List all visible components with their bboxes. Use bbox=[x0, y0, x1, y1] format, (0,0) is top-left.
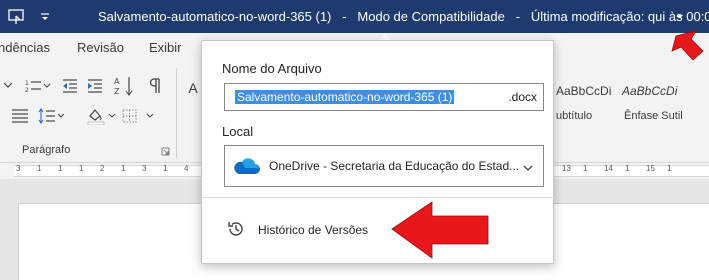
onedrive-icon bbox=[231, 156, 261, 179]
ruler-tick-label: 2 bbox=[100, 164, 105, 173]
ruler-tick-label: 14 bbox=[604, 164, 613, 173]
decrease-indent-icon[interactable] bbox=[60, 76, 80, 96]
style-name-enfase-sutil: Ênfase Sutil bbox=[624, 110, 683, 122]
increase-indent-icon[interactable] bbox=[85, 76, 105, 96]
quick-access-toolbar bbox=[0, 0, 56, 33]
style-preview-enfase-sutil[interactable]: AaBbCcDi bbox=[622, 84, 677, 98]
ruler-tick-label: 15 bbox=[646, 164, 655, 173]
location-dropdown[interactable]: OneDrive - Secretaria da Educação do Est… bbox=[224, 145, 544, 187]
sort-icon[interactable]: AZ bbox=[113, 74, 135, 98]
paragraph-group-label: Parágrafo bbox=[22, 144, 71, 156]
ruler-tick-label: 1 bbox=[667, 164, 672, 173]
title-separator: - bbox=[342, 9, 347, 24]
group-divider bbox=[176, 68, 177, 158]
svg-text:1: 1 bbox=[25, 80, 29, 87]
popup-divider bbox=[202, 197, 555, 198]
show-formatting-icon[interactable] bbox=[145, 76, 165, 96]
shading-icon[interactable] bbox=[85, 106, 119, 126]
line-spacing-icon[interactable] bbox=[37, 106, 65, 126]
bullets-partial-icon[interactable] bbox=[0, 76, 18, 96]
tab-revisao[interactable]: Revisão bbox=[77, 33, 124, 62]
ruler-tick-label: 13 bbox=[562, 164, 571, 173]
title-separator: - bbox=[515, 9, 521, 24]
ruler-tick-label: 3 bbox=[16, 164, 21, 173]
ruler-tick-label: 1 bbox=[58, 164, 63, 173]
ruler-tick-label: 4 bbox=[184, 164, 189, 173]
file-extension: .docx bbox=[508, 90, 537, 104]
chevron-down-icon bbox=[523, 161, 533, 175]
filename-value: Salvamento-automatico-no-word-365 (1) bbox=[235, 90, 455, 104]
chevron-down-icon[interactable] bbox=[675, 11, 685, 25]
align-justify-icon[interactable] bbox=[0, 106, 32, 126]
ruler-tick-label: 1 bbox=[121, 164, 126, 173]
location-label: Local bbox=[222, 124, 254, 139]
borders-icon[interactable] bbox=[120, 106, 156, 126]
style-name-subtitulo: ubtítulo bbox=[556, 110, 593, 122]
ruler-tick-label: 1 bbox=[583, 164, 588, 173]
touch-mode-icon[interactable] bbox=[0, 0, 34, 33]
style-preview-partial[interactable]: A bbox=[187, 78, 199, 98]
dialog-launcher-icon[interactable] bbox=[160, 146, 170, 156]
svg-text:2: 2 bbox=[25, 87, 29, 94]
tab-referencias[interactable]: ndências bbox=[0, 33, 50, 62]
numbering-icon[interactable]: 12 bbox=[24, 76, 52, 96]
ruler-tick-label: 1 bbox=[79, 164, 84, 173]
customize-toolbar-icon[interactable] bbox=[34, 0, 56, 33]
title-bar: Salvamento-automatico-no-word-365 (1) - … bbox=[0, 0, 709, 33]
svg-text:A: A bbox=[114, 77, 120, 86]
compatibility-mode: Modo de Compatibilidade bbox=[357, 9, 505, 24]
ruler-tick-label: 3 bbox=[142, 164, 147, 173]
version-history-label: Histórico de Versões bbox=[258, 223, 369, 237]
location-value: OneDrive - Secretaria da Educação do Est… bbox=[269, 159, 520, 173]
history-icon bbox=[226, 219, 246, 242]
version-history-button[interactable]: Histórico de Versões bbox=[226, 215, 368, 245]
document-title[interactable]: Salvamento-automatico-no-word-365 (1) - … bbox=[98, 0, 709, 33]
ruler-tick-label: 1 bbox=[37, 164, 42, 173]
document-name: Salvamento-automatico-no-word-365 (1) bbox=[98, 9, 332, 24]
tab-exibir[interactable]: Exibir bbox=[149, 33, 182, 62]
svg-text:Z: Z bbox=[114, 87, 120, 96]
filename-input[interactable]: Salvamento-automatico-no-word-365 (1) .d… bbox=[224, 83, 544, 111]
ruler-tick-label: 1 bbox=[625, 164, 630, 173]
style-preview-subtitulo[interactable]: AaBbCcDi bbox=[556, 84, 611, 98]
ruler-tick-label: 1 bbox=[163, 164, 168, 173]
file-info-popup: Nome do Arquivo Salvamento-automatico-no… bbox=[201, 40, 555, 264]
filename-label: Nome do Arquivo bbox=[222, 61, 322, 76]
